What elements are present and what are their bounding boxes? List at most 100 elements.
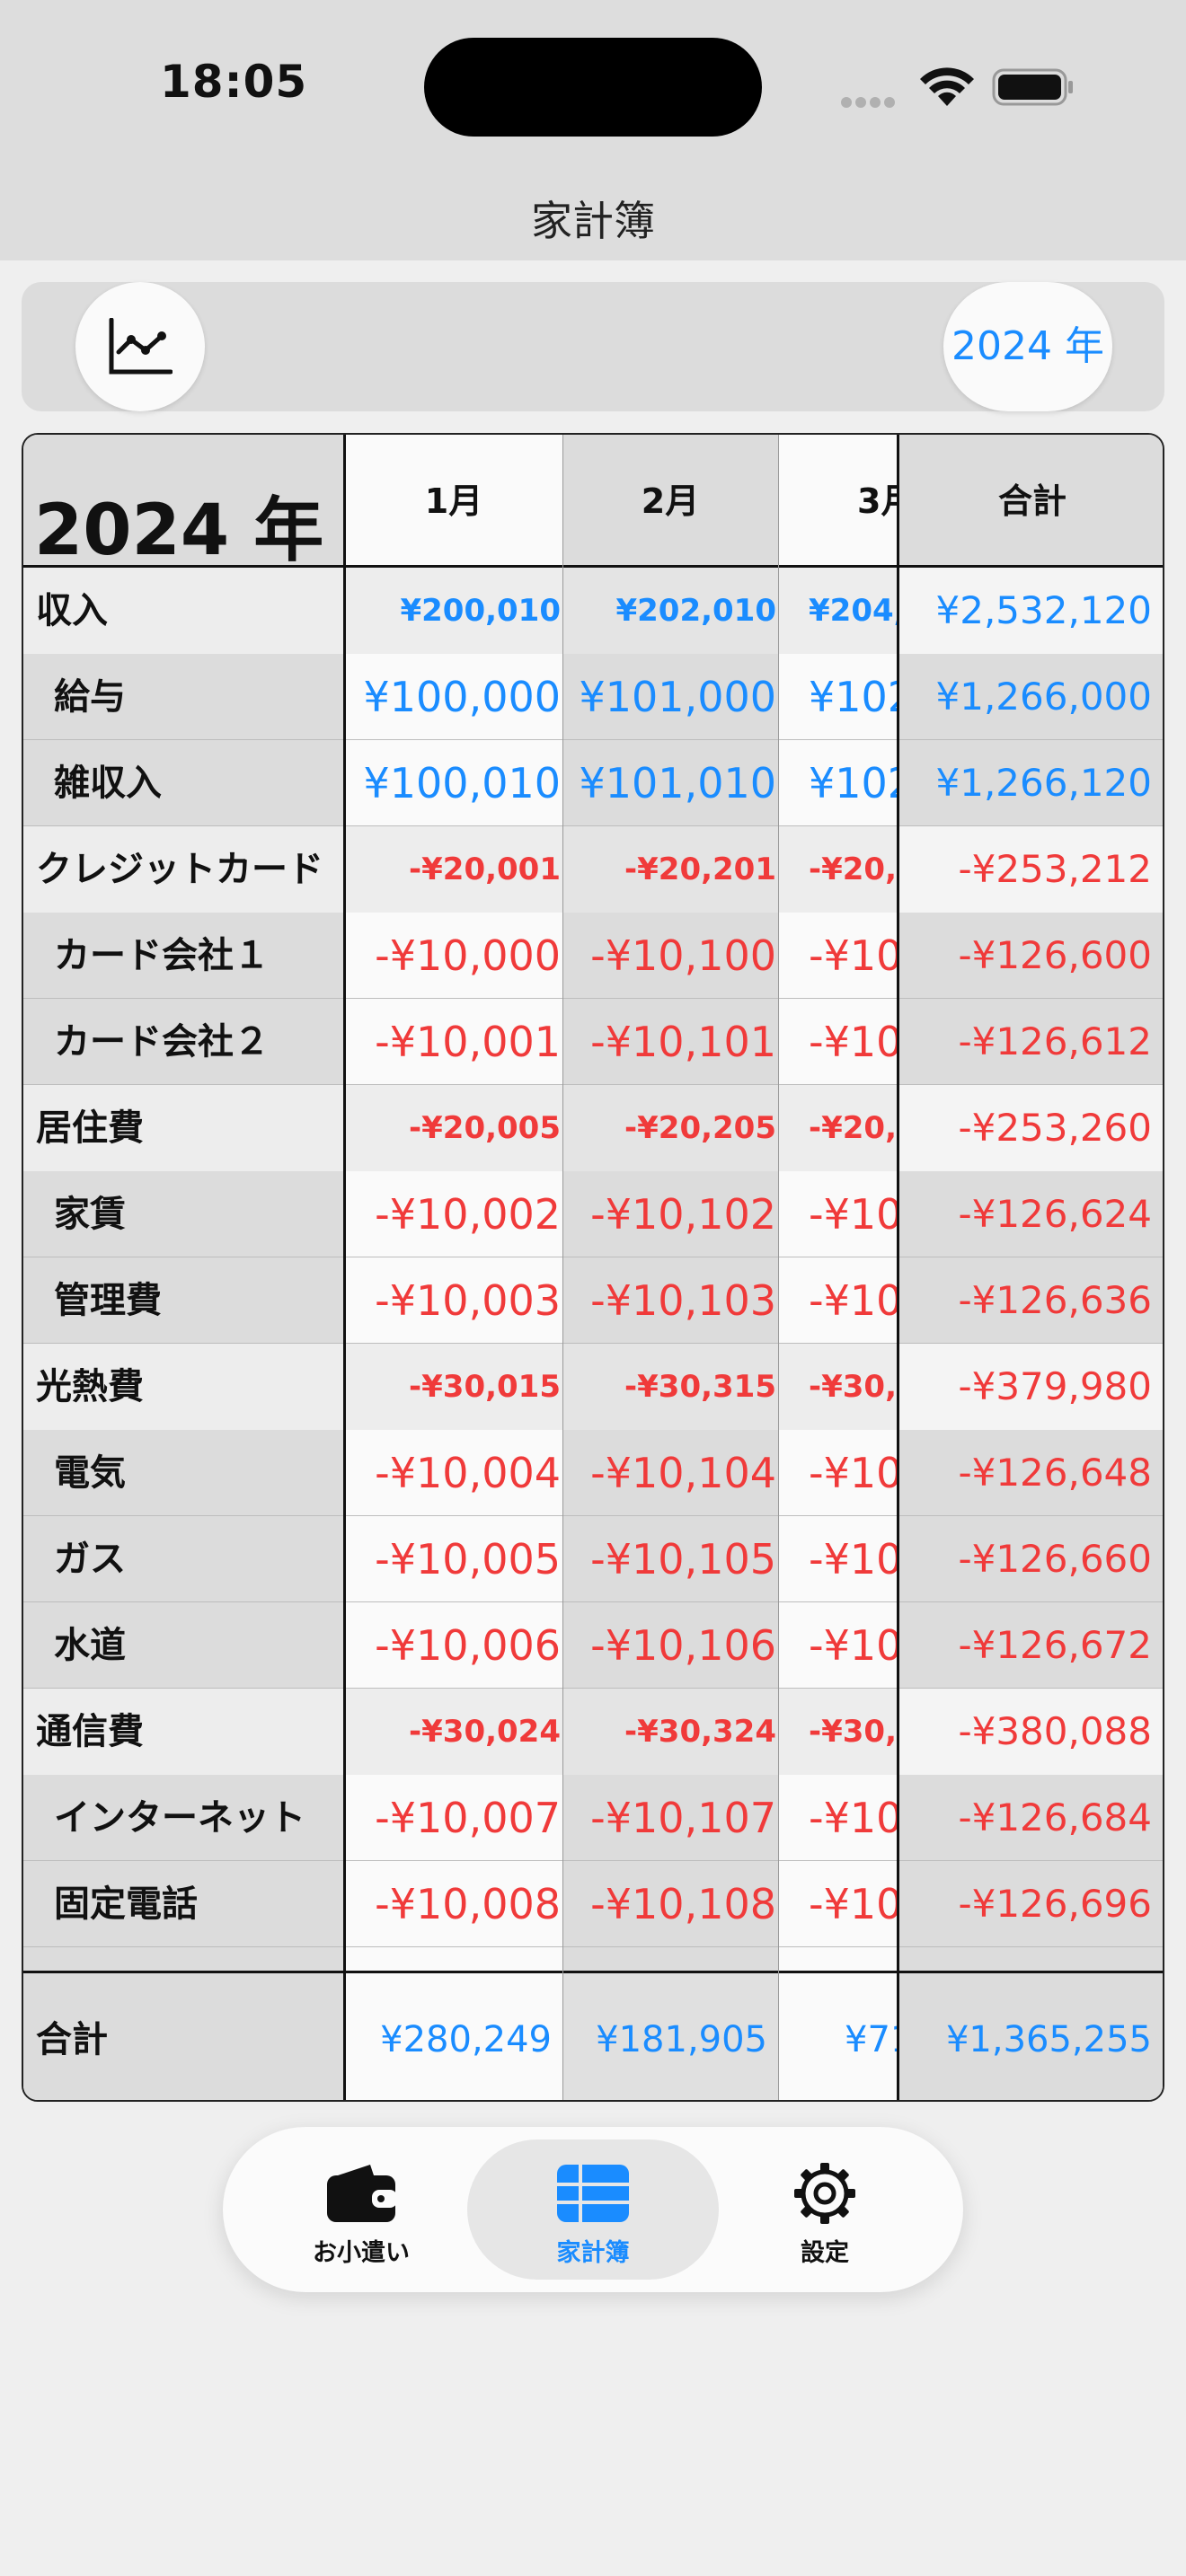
table-year-label: 2024 年: [34, 490, 324, 571]
month-value-cell[interactable]: -¥10,104: [562, 1430, 778, 1516]
month-value-cell[interactable]: -¥10,105: [562, 1516, 778, 1602]
cellular-signal-icon: [841, 94, 900, 108]
column-header-jan[interactable]: 1月: [345, 435, 562, 568]
row-total-cell: ¥2,532,120: [935, 588, 1152, 632]
month-value-cell[interactable]: -¥10,005: [345, 1516, 562, 1602]
month-value-cell[interactable]: ¥202,010: [562, 568, 778, 654]
item-label: 固定電話: [54, 1883, 198, 1925]
table-row[interactable]: 固定電話 -¥10,008-¥10,108-¥10,208 -¥126,696: [23, 1861, 1163, 1947]
month-value-cell[interactable]: ¥101,000: [562, 654, 778, 740]
table-row[interactable]: 家賃 -¥10,002-¥10,102-¥10,202 -¥126,624: [23, 1171, 1163, 1257]
battery-icon: [992, 68, 1073, 106]
month-value-cell[interactable]: -¥10,003: [345, 1257, 562, 1344]
year-select-button[interactable]: 2024 年: [943, 282, 1112, 411]
month-value-cell[interactable]: -¥20,401: [778, 826, 898, 913]
category-label: 光熱費: [36, 1366, 144, 1407]
month-value-cell[interactable]: ¥200,010: [345, 568, 562, 654]
row-total-cell: -¥126,612: [958, 1019, 1152, 1063]
month-value-cell[interactable]: -¥20,005: [345, 1085, 562, 1171]
month-value-cell[interactable]: -¥10,106: [562, 1602, 778, 1689]
table-row[interactable]: 給与 ¥100,000¥101,000¥102,000 ¥1,266,000: [23, 654, 1163, 740]
month-value-cell[interactable]: -¥10,207: [778, 1775, 898, 1861]
month-value-cell[interactable]: -¥10,108: [562, 1861, 778, 1947]
month-value-cell[interactable]: ¥204,010: [778, 568, 898, 654]
wallet-icon: [327, 2165, 397, 2222]
column-header-mar[interactable]: 3月: [778, 435, 898, 568]
month-value-cell[interactable]: -¥10,103: [562, 1257, 778, 1344]
month-value-cell[interactable]: -¥10,205: [778, 1516, 898, 1602]
status-bar: 18:05: [0, 0, 1186, 162]
month-value-cell[interactable]: -¥30,615: [778, 1344, 898, 1430]
month-value-cell[interactable]: -¥10,202: [778, 1171, 898, 1257]
month-value-cell[interactable]: -¥10,204: [778, 1430, 898, 1516]
table-icon: [557, 2165, 629, 2222]
table-row[interactable]: 管理費 -¥10,003-¥10,103-¥10,203 -¥126,636: [23, 1257, 1163, 1344]
table-row[interactable]: カード会社２ -¥10,001-¥10,101-¥10,201 -¥126,612: [23, 999, 1163, 1085]
footer-feb: ¥181,905: [596, 2019, 767, 2060]
month-value-cell[interactable]: -¥30,315: [562, 1344, 778, 1430]
month-value-cell[interactable]: ¥102,000: [778, 654, 898, 740]
row-total-cell: ¥1,266,120: [935, 761, 1152, 805]
row-total-cell: -¥126,624: [958, 1192, 1152, 1236]
month-value-cell[interactable]: -¥10,001: [345, 999, 562, 1085]
table-row[interactable]: インターネット -¥10,007-¥10,107-¥10,207 -¥126,684: [23, 1775, 1163, 1861]
column-header-feb[interactable]: 2月: [562, 435, 778, 568]
table-row[interactable]: 水道 -¥10,006-¥10,106-¥10,206 -¥126,672: [23, 1602, 1163, 1689]
row-total-cell: -¥380,088: [958, 1709, 1152, 1753]
month-value-cell[interactable]: -¥10,206: [778, 1602, 898, 1689]
month-value-cell[interactable]: ¥102,010: [778, 740, 898, 826]
table-row[interactable]: クレジットカード -¥20,001-¥20,201-¥20,401 -¥253,21…: [23, 826, 1163, 913]
month-value-cell[interactable]: -¥10,200: [778, 913, 898, 999]
footer-label: 合計: [36, 2019, 108, 2060]
month-value-cell[interactable]: -¥10,006: [345, 1602, 562, 1689]
month-value-cell[interactable]: -¥10,007: [345, 1775, 562, 1861]
status-time: 18:05: [160, 56, 308, 108]
month-value-cell[interactable]: -¥10,208: [778, 1861, 898, 1947]
row-total-cell: -¥253,212: [958, 847, 1152, 891]
month-value-cell[interactable]: -¥30,324: [562, 1689, 778, 1775]
month-value-cell[interactable]: -¥30,624: [778, 1689, 898, 1775]
row-total-cell: -¥379,980: [958, 1364, 1152, 1408]
item-label: 給与: [54, 676, 126, 718]
month-value-cell[interactable]: -¥10,000: [345, 913, 562, 999]
row-total-cell: -¥126,660: [958, 1537, 1152, 1581]
chart-button[interactable]: [75, 282, 205, 411]
month-value-cell[interactable]: -¥10,100: [562, 913, 778, 999]
month-value-cell[interactable]: -¥10,102: [562, 1171, 778, 1257]
month-value-cell[interactable]: -¥10,008: [345, 1861, 562, 1947]
item-label: 管理費: [54, 1280, 162, 1321]
table-row[interactable]: 居住費 -¥20,005-¥20,205-¥20,405 -¥253,260: [23, 1085, 1163, 1171]
item-label: 電気: [54, 1452, 126, 1494]
month-value-cell[interactable]: -¥10,201: [778, 999, 898, 1085]
table-row[interactable]: 光熱費 -¥30,015-¥30,315-¥30,615 -¥379,980: [23, 1344, 1163, 1430]
table-row[interactable]: 雑収入 ¥100,010¥101,010¥102,010 ¥1,266,120: [23, 740, 1163, 826]
month-value-cell[interactable]: -¥10,002: [345, 1171, 562, 1257]
table-row[interactable]: カード会社１ -¥10,000-¥10,100-¥10,200 -¥126,600: [23, 913, 1163, 999]
table-row[interactable]: ガス -¥10,005-¥10,105-¥10,205 -¥126,660: [23, 1516, 1163, 1602]
table-row[interactable]: 電気 -¥10,004-¥10,104-¥10,204 -¥126,648: [23, 1430, 1163, 1516]
month-value-cell[interactable]: -¥20,205: [562, 1085, 778, 1171]
month-value-cell[interactable]: ¥100,010: [345, 740, 562, 826]
table-row[interactable]: 通信費 -¥30,024-¥30,324-¥30,624 -¥380,088: [23, 1689, 1163, 1775]
line-chart-icon: [109, 318, 173, 375]
month-value-cell[interactable]: -¥30,015: [345, 1344, 562, 1430]
month-value-cell[interactable]: -¥30,024: [345, 1689, 562, 1775]
month-value-cell[interactable]: ¥101,010: [562, 740, 778, 826]
month-value-cell[interactable]: -¥10,107: [562, 1775, 778, 1861]
gear-icon: [794, 2163, 855, 2224]
month-value-cell[interactable]: ¥100,000: [345, 654, 562, 740]
month-value-cell[interactable]: -¥10,101: [562, 999, 778, 1085]
month-value-cell[interactable]: -¥20,405: [778, 1085, 898, 1171]
item-label: ガス: [54, 1539, 126, 1580]
tab-allowance[interactable]: お小遣い: [235, 2139, 487, 2280]
item-label: インターネット: [54, 1797, 305, 1839]
tab-household-budget[interactable]: 家計簿: [467, 2139, 719, 2280]
month-value-cell[interactable]: -¥20,201: [562, 826, 778, 913]
month-value-cell[interactable]: -¥20,001: [345, 826, 562, 913]
tab-settings[interactable]: 設定: [699, 2139, 951, 2280]
month-value-cell[interactable]: -¥10,203: [778, 1257, 898, 1344]
table-row[interactable]: 収入 ¥200,010¥202,010¥204,010 ¥2,532,120: [23, 568, 1163, 654]
table-header: 2024 年 1月 2月 3月 合計: [23, 435, 1163, 571]
month-value-cell[interactable]: -¥10,004: [345, 1430, 562, 1516]
tab-settings-label: 設定: [801, 2239, 849, 2267]
